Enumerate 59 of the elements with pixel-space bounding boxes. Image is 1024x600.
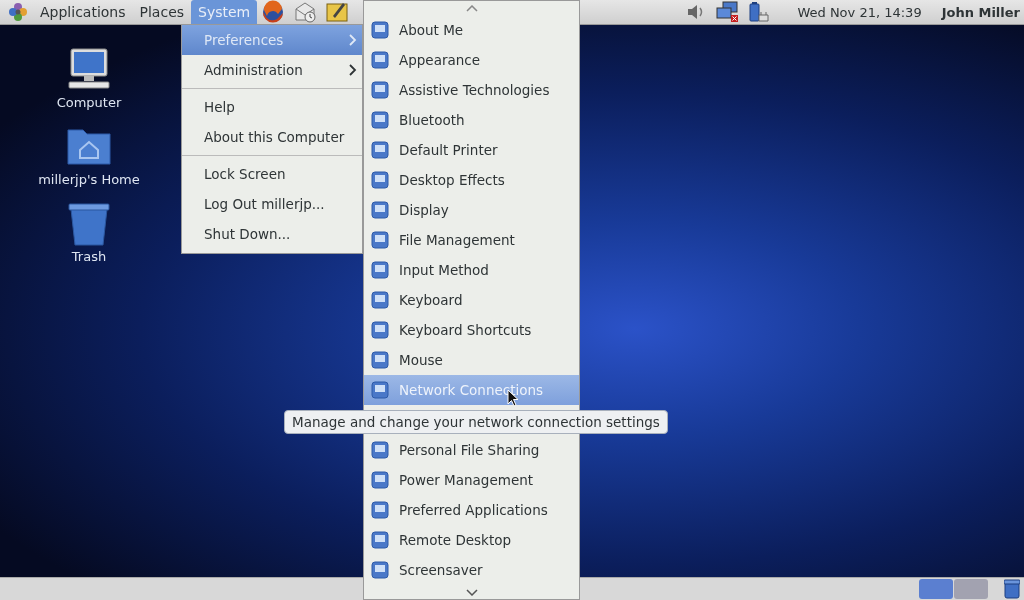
panel-menu[interactable]: Places — [132, 0, 192, 24]
window-tile-icon — [370, 20, 390, 40]
window-tile-icon — [370, 500, 390, 520]
window-tile-icon — [370, 260, 390, 280]
menu-item[interactable]: Power Management — [364, 465, 579, 495]
menu-item[interactable]: About this Computer — [182, 122, 362, 152]
window-tile-icon — [370, 200, 390, 220]
tooltip: Manage and change your network connection settings — [284, 410, 668, 434]
menu-item[interactable]: Mouse — [364, 345, 579, 375]
window-tile-icon — [370, 170, 390, 190]
window-tile-icon — [370, 470, 390, 490]
menu-item[interactable]: Help — [182, 92, 362, 122]
window-tile-icon — [370, 380, 390, 400]
window-tile-icon — [370, 140, 390, 160]
panel-menu[interactable]: Applications — [33, 0, 133, 24]
window-tile-icon — [370, 110, 390, 130]
window-tile-icon — [370, 440, 390, 460]
icon-label[interactable]: Trash — [71, 249, 107, 264]
flower-logo-icon[interactable] — [7, 1, 29, 23]
notepad-pencil-icon[interactable] — [325, 0, 350, 24]
menu-item[interactable]: Screensaver — [364, 555, 579, 585]
window-tile-icon — [370, 530, 390, 550]
menu-item[interactable]: File Management — [364, 225, 579, 255]
workspace-switcher-cell[interactable] — [954, 579, 988, 599]
window-tile-icon — [370, 560, 390, 580]
menu-item[interactable]: Display — [364, 195, 579, 225]
menu-item[interactable]: Remote Desktop — [364, 525, 579, 555]
envelope-clock-icon[interactable] — [293, 0, 318, 24]
menu-item[interactable]: Appearance — [364, 45, 579, 75]
menu-item[interactable]: Default Printer — [364, 135, 579, 165]
workspace-switcher-cell[interactable] — [919, 579, 953, 599]
menu-item[interactable]: Log Out millerjp... — [182, 189, 362, 219]
window-tile-icon — [370, 320, 390, 340]
menu-item[interactable]: Preferred Applications — [364, 495, 579, 525]
window-tile-icon — [370, 290, 390, 310]
icon-label[interactable]: millerjp's Home — [38, 172, 140, 187]
globe-icon[interactable] — [261, 0, 286, 24]
battery-plug-icon[interactable] — [748, 1, 771, 23]
menu-item[interactable]: Keyboard Shortcuts — [364, 315, 579, 345]
window-tile-icon — [370, 350, 390, 370]
network-disconnected-icon[interactable] — [716, 1, 739, 23]
menu-item[interactable]: Keyboard — [364, 285, 579, 315]
window-tile-icon — [370, 50, 390, 70]
menu-item[interactable]: Shut Down... — [182, 219, 362, 249]
menu-item[interactable]: About Me — [364, 15, 579, 45]
window-tile-icon — [370, 80, 390, 100]
menu-item[interactable]: Administration — [182, 55, 362, 85]
trash-icon[interactable] — [65, 201, 113, 247]
icon-label[interactable]: Computer — [56, 95, 122, 110]
menu-item[interactable]: Personal File Sharing — [364, 435, 579, 465]
menu-item[interactable]: Bluetooth — [364, 105, 579, 135]
clock[interactable]: Wed Nov 21, 14:39 — [797, 4, 922, 20]
menu-item[interactable]: Input Method — [364, 255, 579, 285]
trash-icon[interactable] — [1004, 579, 1020, 599]
menu-item[interactable]: Assistive Technologies — [364, 75, 579, 105]
menu-item[interactable]: Lock Screen — [182, 159, 362, 189]
menu-item[interactable]: Desktop Effects — [364, 165, 579, 195]
user-name[interactable]: John Miller — [941, 4, 1020, 20]
window-tile-icon — [370, 230, 390, 250]
